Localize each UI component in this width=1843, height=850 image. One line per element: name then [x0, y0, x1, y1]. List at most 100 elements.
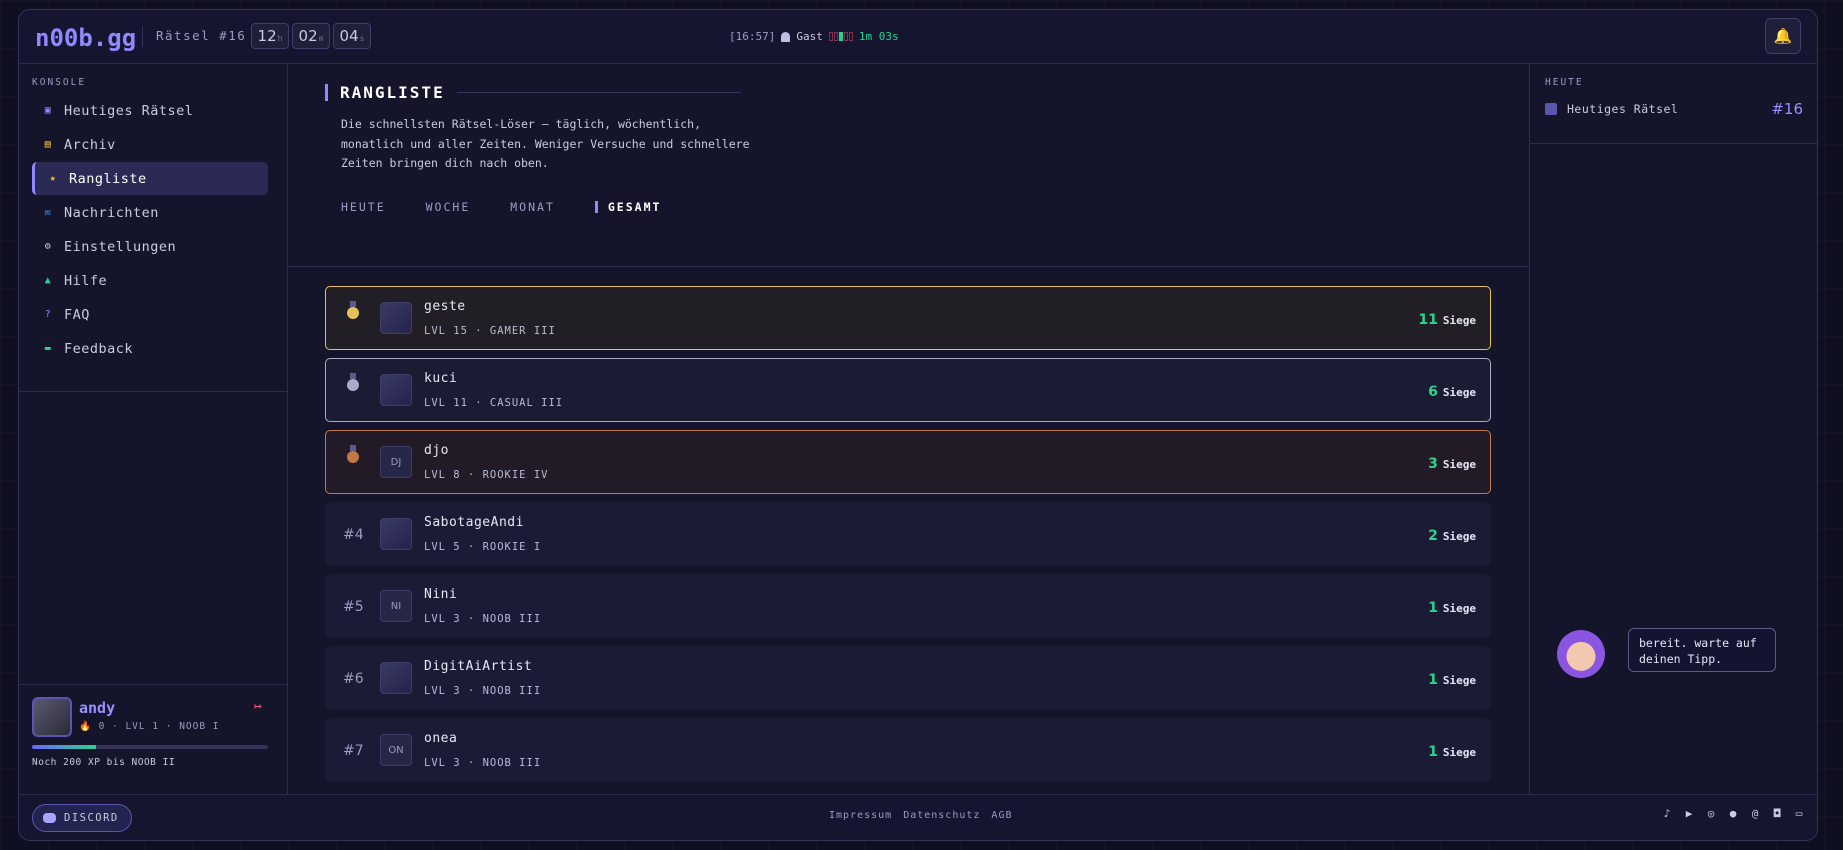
question-icon: ? — [44, 308, 52, 320]
session-bars — [828, 32, 853, 41]
player-avatar: DJ — [380, 446, 412, 478]
footer-link-datenschutz[interactable]: Datenschutz — [903, 810, 980, 821]
username[interactable]: andy — [79, 699, 115, 717]
page-title: RANGLISTE — [340, 83, 445, 102]
page-description: Die schnellsten Rätsel-Löser — täglich, … — [341, 117, 750, 170]
leaderboard-row[interactable]: #7 ON onea LVL 3 · NOOB III 1 Siege — [325, 718, 1491, 782]
top-bar: n00b.gg Rätsel #16 12 h 02 m 04 s [16:57] G… — [19, 10, 1817, 64]
divider — [19, 684, 287, 685]
leaderboard-row[interactable]: geste LVL 15 · GAMER III 11 Siege — [325, 286, 1491, 350]
sidebar-item-hilfe[interactable]: ▲ Hilfe — [32, 264, 268, 297]
title-accent — [325, 84, 328, 101]
win-label: Siege — [1442, 386, 1476, 399]
period-tabs: HEUTE WOCHE MONAT GESAMT — [341, 200, 701, 214]
page-header: RANGLISTE — [325, 83, 741, 102]
player-avatar — [380, 518, 412, 550]
youtube-icon[interactable]: ▶ — [1683, 808, 1695, 820]
player-avatar — [380, 374, 412, 406]
divider — [142, 27, 143, 47]
xp-progress-bar — [32, 745, 268, 749]
player-meta: LVL 5 · ROOKIE I — [424, 541, 542, 553]
bronze-medal-icon — [347, 445, 359, 463]
instagram-icon[interactable]: ◎ — [1705, 808, 1717, 820]
countdown-timer: 12 h 02 m 04 s — [251, 23, 371, 49]
win-label: Siege — [1442, 674, 1476, 687]
avatar[interactable] — [32, 697, 72, 737]
sidebar-item-label: Heutiges Rätsel — [64, 102, 194, 119]
win-number: 6 — [1428, 384, 1438, 400]
player-meta: LVL 15 · GAMER III — [424, 325, 556, 337]
tab-monat[interactable]: MONAT — [510, 200, 555, 214]
leaderboard-row[interactable]: #6 DigitAiArtist LVL 3 · NOOB III 1 Siege — [325, 646, 1491, 710]
logout-icon[interactable]: ↦ — [254, 699, 262, 714]
leaderboard-row[interactable]: kuci LVL 11 · CASUAL III 6 Siege — [325, 358, 1491, 422]
sidebar-item-label: Archiv — [64, 136, 116, 153]
mascot-avatar — [1557, 630, 1605, 678]
app-window: n00b.gg Rätsel #16 12 h 02 m 04 s [16:57] G… — [18, 9, 1818, 841]
leaderboard-row[interactable]: #4 SabotageAndi LVL 5 · ROOKIE I 2 Siege — [325, 502, 1491, 566]
logo[interactable]: n00b.gg — [35, 24, 136, 52]
right-panel: HEUTE Heutiges Rätsel #16 bereit. warte … — [1529, 63, 1817, 795]
notification-bell-icon[interactable]: 🔔 — [1765, 18, 1801, 54]
sidebar-item-nachrichten[interactable]: ✉ Nachrichten — [32, 196, 268, 229]
footer-link-agb[interactable]: AGB — [991, 810, 1012, 821]
gamepad-icon[interactable]: ▭ — [1793, 808, 1805, 820]
rank-number: #7 — [343, 743, 364, 759]
win-label: Siege — [1442, 530, 1476, 543]
reddit-icon[interactable]: ● — [1727, 808, 1739, 820]
win-number: 3 — [1428, 456, 1438, 472]
win-count: 1 Siege — [1428, 672, 1476, 688]
tab-woche[interactable]: WOCHE — [426, 200, 471, 214]
tab-gesamt[interactable]: GESAMT — [595, 200, 662, 214]
player-meta: LVL 11 · CASUAL III — [424, 397, 564, 409]
silver-medal-icon — [347, 373, 359, 391]
leaderboard-row[interactable]: DJ djo LVL 8 · ROOKIE IV 3 Siege — [325, 430, 1491, 494]
session-bar — [838, 32, 843, 41]
today-puzzle-link[interactable]: Heutiges Rätsel — [1545, 102, 1678, 116]
player-name: Nini — [424, 587, 458, 602]
leaderboard-row[interactable]: #5 NI Nini LVL 3 · NOOB III 1 Siege — [325, 574, 1491, 638]
xp-progress-fill — [32, 745, 96, 749]
timer-minutes: 02 m — [292, 23, 330, 49]
sidebar-item-archiv[interactable]: ▤ Archiv — [32, 128, 268, 161]
discord-label: DISCORD — [64, 812, 119, 824]
player-name: geste — [424, 299, 466, 314]
win-label: Siege — [1442, 458, 1476, 471]
session-bar — [828, 32, 833, 41]
tab-heute[interactable]: HEUTE — [341, 200, 386, 214]
today-puzzle-label: Heutiges Rätsel — [1567, 102, 1679, 116]
sidebar-item-einstellungen[interactable]: ⚙ Einstellungen — [32, 230, 268, 263]
user-status: Gast — [796, 30, 823, 43]
discord-icon[interactable]: ◘ — [1771, 808, 1783, 820]
help-icon: ▲ — [44, 274, 52, 286]
sidebar-item-heutiges-rätsel[interactable]: ▣ Heutiges Rätsel — [32, 94, 268, 127]
win-number: 2 — [1428, 528, 1438, 544]
sidebar-nav: ▣ Heutiges Rätsel ▤ Archiv ★ Rangliste ✉ Nachri… — [32, 94, 268, 366]
win-count: 11 Siege — [1418, 312, 1476, 328]
puzzle-label: Rätsel #16 — [156, 28, 247, 43]
timer-hours: 12 h — [251, 23, 289, 49]
player-name: DigitAiArtist — [424, 659, 533, 674]
sidebar-item-label: FAQ — [64, 306, 90, 323]
player-name: djo — [424, 443, 449, 458]
sidebar-item-feedback[interactable]: ▬ Feedback — [32, 332, 268, 365]
win-label: Siege — [1442, 314, 1476, 327]
discord-button[interactable]: DISCORD — [32, 804, 132, 832]
title-rule — [456, 92, 741, 93]
player-avatar — [380, 302, 412, 334]
win-label: Siege — [1442, 602, 1476, 615]
footer-links: Impressum Datenschutz AGB — [829, 810, 1012, 821]
player-name: kuci — [424, 371, 458, 386]
tiktok-icon[interactable]: ♪ — [1661, 808, 1673, 820]
right-panel-title: HEUTE — [1545, 77, 1584, 88]
puzzle-icon — [1545, 103, 1557, 115]
footer-link-impressum[interactable]: Impressum — [829, 810, 892, 821]
inbox-icon: ✉ — [44, 206, 52, 218]
player-meta: LVL 3 · NOOB III — [424, 685, 542, 697]
sidebar-item-rangliste[interactable]: ★ Rangliste — [32, 162, 268, 195]
archive-icon: ▤ — [44, 138, 52, 150]
threads-icon[interactable]: @ — [1749, 808, 1761, 820]
tab-label: WOCHE — [425, 200, 471, 214]
trophy-icon: ★ — [49, 172, 57, 184]
sidebar-item-faq[interactable]: ? FAQ — [32, 298, 268, 331]
